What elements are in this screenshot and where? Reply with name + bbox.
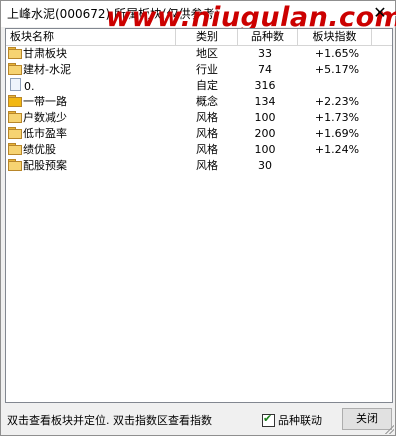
checkbox-label[interactable]: 品种联动: [278, 412, 322, 428]
sector-type: 概念: [196, 95, 218, 108]
sector-index[interactable]: [304, 158, 370, 174]
sector-name: 户数减少: [23, 111, 67, 124]
sector-index[interactable]: +1.65%: [304, 46, 370, 62]
table-row[interactable]: 绩优股 风格 100 +1.24%: [6, 142, 392, 158]
folder-icon: [8, 95, 22, 107]
sector-type: 地区: [196, 47, 218, 60]
header-name[interactable]: 板块名称: [6, 29, 176, 45]
table-row[interactable]: 户数减少 风格 100 +1.73%: [6, 110, 392, 126]
sector-count: 200: [254, 127, 276, 140]
sector-count: 74: [258, 63, 272, 76]
table-row[interactable]: 配股预案 风格 30: [6, 158, 392, 174]
folder-icon: [8, 159, 22, 171]
row-name-cell: 一带一路: [8, 94, 178, 110]
sector-index[interactable]: +1.69%: [304, 126, 370, 142]
sector-count: 100: [254, 111, 276, 124]
sector-name: 绩优股: [23, 143, 56, 156]
table-row[interactable]: 0. 自定 316: [6, 78, 392, 94]
sector-type: 风格: [196, 127, 218, 140]
checkmark-icon: ✔: [263, 412, 273, 425]
sector-index[interactable]: +1.24%: [304, 142, 370, 158]
row-name-cell: 绩优股: [8, 142, 178, 158]
sector-dialog: 上峰水泥(000672) 所属板块(仅供参考) www.niugulan.com…: [0, 0, 396, 436]
list-header: 板块名称 类别 品种数 板块指数: [6, 29, 392, 46]
title-bar: 上峰水泥(000672) 所属板块(仅供参考) www.niugulan.com…: [1, 1, 396, 33]
row-name-cell: 户数减少: [8, 110, 178, 126]
row-name-cell: 配股预案: [8, 158, 178, 174]
sector-type: 风格: [196, 159, 218, 172]
sector-count: 30: [258, 159, 272, 172]
sector-index[interactable]: +2.23%: [304, 94, 370, 110]
sector-index[interactable]: [304, 78, 370, 94]
linkage-checkbox[interactable]: ✔: [262, 412, 275, 427]
sector-name: 甘肃板块: [23, 47, 67, 60]
footer-bar: 双击查看板块并定位. 双击指数区查看指数 ✔ 品种联动 关闭: [1, 404, 395, 435]
table-row[interactable]: 甘肃板块 地区 33 +1.65%: [6, 46, 392, 62]
sector-type: 自定: [196, 79, 218, 92]
header-count[interactable]: 品种数: [238, 29, 298, 45]
sector-name: 0.: [24, 80, 35, 93]
sector-index[interactable]: +1.73%: [304, 110, 370, 126]
sector-type: 行业: [196, 63, 218, 76]
sector-name: 低市盈率: [23, 127, 67, 140]
table-body: 甘肃板块 地区 33 +1.65% 建材-水泥 行业 74 +5.17% 0. …: [6, 46, 392, 174]
sector-name: 建材-水泥: [23, 63, 71, 76]
sector-name: 配股预案: [23, 159, 67, 172]
folder-icon: [8, 143, 22, 155]
row-name-cell: 甘肃板块: [8, 46, 178, 62]
header-type[interactable]: 类别: [176, 29, 238, 45]
document-icon: [10, 78, 21, 91]
sector-count: 33: [258, 47, 272, 60]
folder-icon: [8, 127, 22, 139]
folder-icon: [8, 47, 22, 59]
sector-type: 风格: [196, 111, 218, 124]
row-name-cell: 0.: [8, 78, 178, 94]
resize-grip-icon[interactable]: [384, 424, 394, 434]
row-name-cell: 建材-水泥: [8, 62, 178, 78]
row-name-cell: 低市盈率: [8, 126, 178, 142]
table-row[interactable]: 建材-水泥 行业 74 +5.17%: [6, 62, 392, 78]
table-row[interactable]: 低市盈率 风格 200 +1.69%: [6, 126, 392, 142]
sector-count: 134: [254, 95, 276, 108]
sector-type: 风格: [196, 143, 218, 156]
sector-count: 100: [254, 143, 276, 156]
sector-list[interactable]: 板块名称 类别 品种数 板块指数 甘肃板块 地区 33 +1.65% 建材-水泥…: [5, 28, 393, 403]
sector-count: 316: [254, 79, 276, 92]
close-icon[interactable]: ✕: [371, 4, 389, 22]
table-row[interactable]: 一带一路 概念 134 +2.23%: [6, 94, 392, 110]
hint-text: 双击查看板块并定位. 双击指数区查看指数: [7, 414, 212, 427]
folder-icon: [8, 63, 22, 75]
sector-index[interactable]: +5.17%: [304, 62, 370, 78]
header-index[interactable]: 板块指数: [298, 29, 372, 45]
sector-name: 一带一路: [23, 95, 67, 108]
folder-icon: [8, 111, 22, 123]
